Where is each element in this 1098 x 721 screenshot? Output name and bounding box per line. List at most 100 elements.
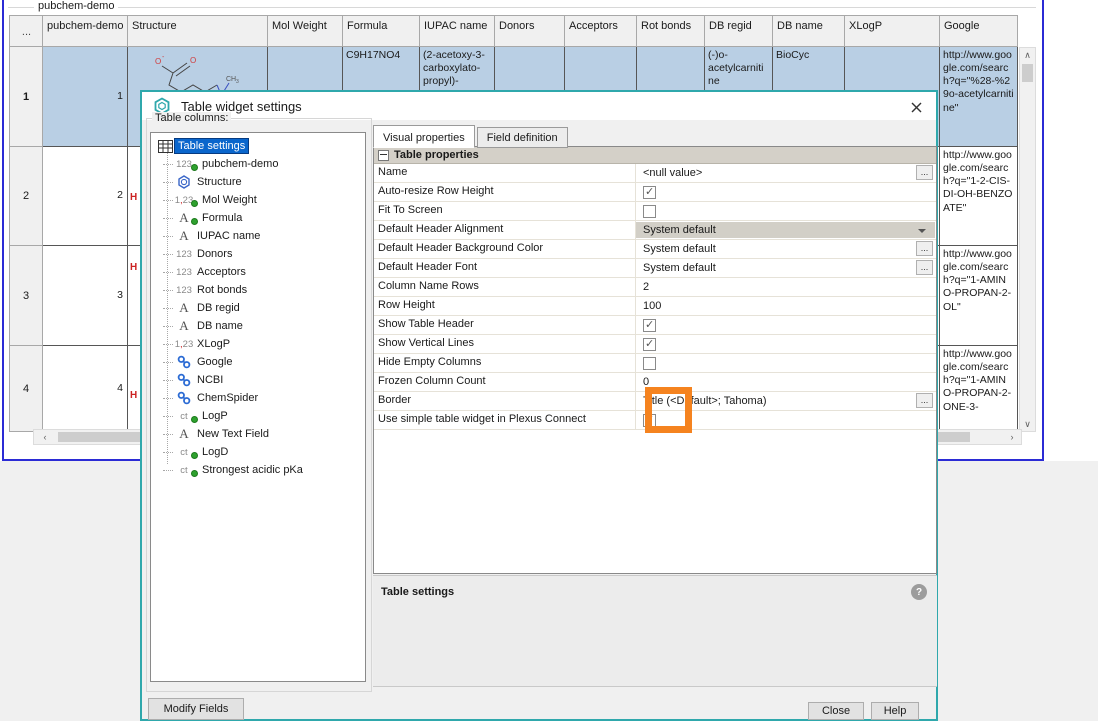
- dialog-titlebar[interactable]: Table widget settings: [142, 92, 936, 120]
- integer-field-icon: 123: [174, 285, 194, 296]
- property-value-text[interactable]: 2: [643, 281, 649, 293]
- column-header[interactable]: Acceptors: [565, 15, 637, 47]
- property-row: Show Table Header: [374, 316, 936, 335]
- tree-item[interactable]: NCBI: [155, 371, 365, 389]
- ellipsis-button[interactable]: ...: [916, 241, 933, 256]
- tree-item[interactable]: ANew Text Field: [155, 425, 365, 443]
- tree-item[interactable]: Structure: [155, 173, 365, 191]
- table-cell[interactable]: 1: [43, 47, 128, 147]
- property-value-text[interactable]: System default: [643, 243, 716, 255]
- column-header[interactable]: Rot bonds: [637, 15, 705, 47]
- column-header[interactable]: DB regid: [705, 15, 773, 47]
- green-dot-icon: [191, 416, 198, 423]
- tree-item[interactable]: ADB name: [155, 317, 365, 335]
- tree-item[interactable]: 123Rot bonds: [155, 281, 365, 299]
- highlight-box: [645, 387, 692, 433]
- column-header[interactable]: Google: [940, 15, 1018, 47]
- tree-guide: [167, 153, 168, 464]
- dropdown[interactable]: System default: [636, 222, 935, 238]
- tree-item[interactable]: AFormula: [155, 209, 365, 227]
- property-value: <null value>...: [636, 164, 936, 182]
- ellipsis-button[interactable]: ...: [916, 260, 933, 275]
- property-value-text[interactable]: 100: [643, 300, 661, 312]
- table-widget-settings-dialog: Table widget settings Table columns: Tab…: [140, 90, 938, 721]
- property-label: Default Header Font: [374, 259, 636, 277]
- svg-text:O: O: [155, 57, 161, 66]
- tree-item[interactable]: ctLogD: [155, 443, 365, 461]
- column-header[interactable]: pubchem-demo: [43, 15, 128, 47]
- property-label: Auto-resize Row Height: [374, 183, 636, 201]
- column-header[interactable]: Mol Weight: [268, 15, 343, 47]
- checkbox[interactable]: [643, 205, 656, 218]
- tree-item[interactable]: Google: [155, 353, 365, 371]
- property-value-text[interactable]: <null value>: [643, 167, 702, 179]
- property-value: System default: [636, 221, 936, 239]
- tree-item[interactable]: ctLogP: [155, 407, 365, 425]
- table-cell[interactable]: http://www.google.com/search?q="%28-%29o…: [940, 47, 1018, 147]
- tree-item[interactable]: 123Donors: [155, 245, 365, 263]
- tree-item-label: Structure: [194, 175, 245, 189]
- checkbox[interactable]: [643, 357, 656, 370]
- tree-item[interactable]: 1,23Mol Weight: [155, 191, 365, 209]
- column-header[interactable]: Structure: [128, 15, 268, 47]
- settings-tabs: Visual propertiesField definition: [373, 125, 570, 148]
- tree-item-label: LogP: [199, 409, 231, 423]
- tree-guide: [163, 200, 173, 201]
- tab-field-definition[interactable]: Field definition: [477, 127, 568, 148]
- tree-item[interactable]: ctStrongest acidic pKa: [155, 461, 365, 479]
- tree-item-label: Google: [194, 355, 235, 369]
- scrollbar-thumb[interactable]: [1022, 64, 1033, 82]
- property-category[interactable]: Table properties: [374, 147, 936, 164]
- property-label: Show Vertical Lines: [374, 335, 636, 353]
- tree-guide: [163, 398, 173, 399]
- tree-guide: [163, 362, 173, 363]
- column-header[interactable]: Donors: [495, 15, 565, 47]
- tree-item[interactable]: 123pubchem-demo: [155, 155, 365, 173]
- corner-button[interactable]: ...: [9, 15, 43, 47]
- help-icon[interactable]: ?: [911, 584, 927, 600]
- collapse-icon[interactable]: [378, 150, 389, 161]
- row-header[interactable]: 4: [9, 346, 43, 432]
- row-header[interactable]: 3: [9, 246, 43, 346]
- tree-item[interactable]: 1,23XLogP: [155, 335, 365, 353]
- tree-guide: [163, 272, 173, 273]
- modify-fields-button[interactable]: Modify Fields: [148, 698, 244, 720]
- tree-item[interactable]: 123Acceptors: [155, 263, 365, 281]
- row-header[interactable]: 1: [9, 47, 43, 147]
- close-icon[interactable]: [908, 99, 924, 115]
- scroll-right-icon[interactable]: ›: [1005, 431, 1019, 443]
- property-value-text[interactable]: System default: [643, 262, 716, 274]
- column-header[interactable]: Formula: [343, 15, 420, 47]
- tree-item-label: LogD: [199, 445, 231, 459]
- table-cell[interactable]: http://www.google.com/search?q="1-AMINO-…: [940, 246, 1018, 346]
- tree-item[interactable]: Table settings: [155, 137, 365, 155]
- tree-item[interactable]: AIUPAC name: [155, 227, 365, 245]
- column-header[interactable]: XLogP: [845, 15, 940, 47]
- help-button[interactable]: Help: [871, 702, 919, 720]
- scroll-up-icon[interactable]: ∧: [1021, 48, 1034, 62]
- tree-item[interactable]: ADB regid: [155, 299, 365, 317]
- tree-item[interactable]: ChemSpider: [155, 389, 365, 407]
- close-button[interactable]: Close: [808, 702, 864, 720]
- scroll-down-icon[interactable]: ∨: [1021, 417, 1034, 431]
- ellipsis-button[interactable]: ...: [916, 393, 933, 408]
- column-header[interactable]: IUPAC name: [420, 15, 495, 47]
- checkbox[interactable]: [643, 186, 656, 199]
- table-cell[interactable]: 2: [43, 147, 128, 246]
- tree-item-label: DB regid: [194, 301, 243, 315]
- tree-item-label: New Text Field: [194, 427, 272, 441]
- column-header[interactable]: DB name: [773, 15, 845, 47]
- table-cell[interactable]: http://www.google.com/search?q="1-2-CIS-…: [940, 147, 1018, 246]
- checkbox[interactable]: [643, 338, 656, 351]
- tree-item-label: DB name: [194, 319, 246, 333]
- table-cell[interactable]: 4: [43, 346, 128, 432]
- vertical-scrollbar[interactable]: ∧ ∨: [1019, 47, 1036, 432]
- scroll-left-icon[interactable]: ‹: [38, 431, 52, 443]
- checkbox[interactable]: [643, 319, 656, 332]
- row-header[interactable]: 2: [9, 147, 43, 246]
- property-row: Show Vertical Lines: [374, 335, 936, 354]
- ellipsis-button[interactable]: ...: [916, 165, 933, 180]
- tab-visual-properties[interactable]: Visual properties: [373, 125, 475, 148]
- table-cell[interactable]: http://www.google.com/search?q="1-AMINO-…: [940, 346, 1018, 432]
- table-cell[interactable]: 3: [43, 246, 128, 346]
